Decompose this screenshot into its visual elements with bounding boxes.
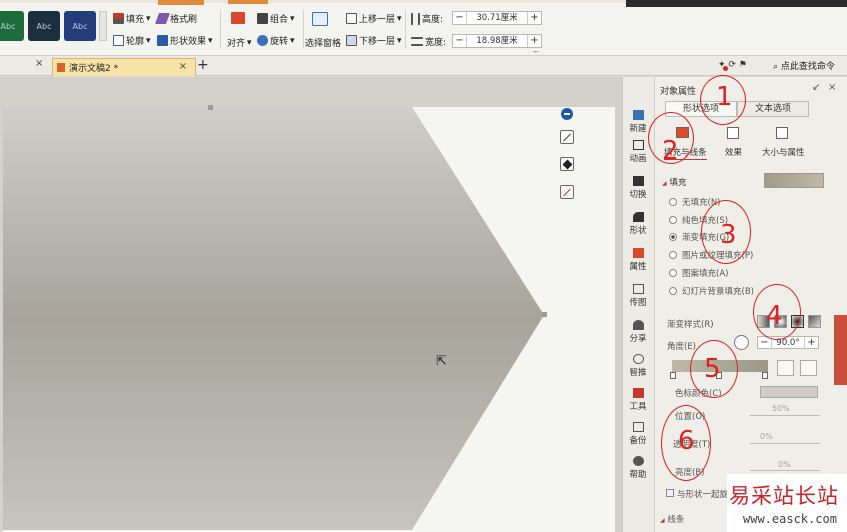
shape-icon xyxy=(632,212,644,222)
panel-scrollbar-thumb[interactable] xyxy=(834,315,847,385)
sidebar-item-label: 智推 xyxy=(629,368,647,378)
watermark-url: www.easck.com xyxy=(743,512,837,526)
annotation-number-1: 1 xyxy=(716,82,733,112)
collapse-tools-icon[interactable] xyxy=(561,108,573,120)
annotation-dot xyxy=(723,66,728,71)
toolbox-icon xyxy=(632,388,644,398)
sidebar-item-label: 帮助 xyxy=(629,470,647,480)
sidebar-item-upload-image[interactable]: 传图 xyxy=(622,284,654,308)
add-gradient-stop-button[interactable] xyxy=(777,360,794,376)
stop-color-dropdown[interactable] xyxy=(760,386,818,398)
search-icon: ⌕ xyxy=(773,62,779,72)
radio-slide-background-fill-label[interactable]: 幻灯片背景填充(B) xyxy=(682,285,754,297)
window-title-strip xyxy=(626,0,847,7)
sidebar-item-label: 新建 xyxy=(629,124,647,134)
panel-close-icon[interactable]: × xyxy=(828,82,836,93)
gradient-style-label: 渐变样式(R) xyxy=(667,320,714,330)
annotation-number-4: 4 xyxy=(766,301,783,331)
backup-icon xyxy=(632,422,644,432)
sidebar-item-label: 工具 xyxy=(629,402,647,412)
sidebar-item-help[interactable]: 帮助 xyxy=(622,456,654,480)
radio-solid-fill[interactable] xyxy=(669,216,677,224)
rotate-with-shape-checkbox[interactable] xyxy=(666,489,674,497)
watermark-site-name: 易采站长站 xyxy=(729,484,839,508)
search-command-label: 点此查找命令 xyxy=(780,62,835,72)
upload-image-icon xyxy=(632,284,644,294)
animation-icon xyxy=(632,140,644,150)
size-properties-icon xyxy=(776,127,788,139)
transition-icon xyxy=(632,176,644,186)
annotation-number-3: 3 xyxy=(720,220,737,250)
position-slider[interactable] xyxy=(750,415,820,416)
sidebar-item-smart-recommend[interactable]: 智推 xyxy=(622,354,654,378)
sidebar-item-share[interactable]: 分享 xyxy=(622,320,654,344)
effect-cube-icon xyxy=(727,127,739,139)
delete-gradient-stop-button[interactable] xyxy=(800,360,817,376)
sidebar-item-label: 切换 xyxy=(629,190,647,200)
subtab-effect[interactable]: 效果 xyxy=(725,146,742,158)
share-icon xyxy=(632,320,644,330)
annotation-number-6: 6 xyxy=(678,426,695,456)
fill-section-label: 填充 xyxy=(669,178,687,188)
gradient-path-button[interactable] xyxy=(808,315,821,328)
shape-fill-tool-icon[interactable] xyxy=(560,157,574,171)
sidebar-item-label: 属性 xyxy=(629,262,647,272)
move-cursor-icon: ⇱ xyxy=(436,354,447,369)
fill-color-preview[interactable] xyxy=(764,173,824,188)
lightbulb-icon xyxy=(632,354,644,364)
sidebar-item-label: 备份 xyxy=(629,436,647,446)
radio-pattern-fill[interactable] xyxy=(669,269,677,277)
sidebar-item-tools[interactable]: 工具 xyxy=(622,388,654,412)
gradient-stop-right[interactable] xyxy=(762,372,768,379)
angle-label: 角度(E) xyxy=(667,342,697,352)
collapse-triangle-icon: ◢ xyxy=(660,517,665,524)
position-value: 50% xyxy=(772,404,790,413)
brightness-slider[interactable] xyxy=(750,470,820,471)
sidebar-item-label: 形状 xyxy=(629,226,647,236)
resize-handle-top[interactable] xyxy=(208,105,213,110)
radio-pattern-fill-label[interactable]: 图案填充(A) xyxy=(682,267,728,279)
angle-dial[interactable] xyxy=(734,335,749,350)
shape-outline-tool-icon[interactable] xyxy=(560,185,574,199)
selected-arrow-shape[interactable] xyxy=(0,0,622,532)
angle-spinner[interactable]: − 90.0° + xyxy=(757,336,819,349)
search-command[interactable]: ⌕ 点此查找命令 xyxy=(773,59,835,72)
sidebar-item-label: 传图 xyxy=(629,298,647,308)
gradient-stop-left[interactable] xyxy=(670,372,676,379)
sidebar-item-label: 动画 xyxy=(629,154,647,164)
annotation-number-2: 2 xyxy=(662,136,679,166)
radio-picture-texture-fill[interactable] xyxy=(669,251,677,259)
transparency-slider[interactable] xyxy=(750,443,820,444)
panel-pin-icon[interactable]: ↙ xyxy=(812,82,820,93)
line-section-header[interactable]: ◢ 线条 xyxy=(660,513,684,525)
shape-style-tool-icon[interactable] xyxy=(560,130,574,144)
properties-icon xyxy=(632,248,644,258)
annotation-number-5: 5 xyxy=(704,354,721,384)
subtab-size-properties[interactable]: 大小与属性 xyxy=(762,146,805,158)
collapse-triangle-icon: ◢ xyxy=(662,180,667,187)
help-icon xyxy=(632,456,644,466)
radio-gradient-fill[interactable] xyxy=(669,233,677,241)
fill-section-header[interactable]: ◢ 填充 xyxy=(662,176,686,188)
sidebar-item-properties[interactable]: 属性 xyxy=(622,248,654,272)
transparency-value: 0% xyxy=(760,432,773,441)
line-section-label: 线条 xyxy=(667,515,685,525)
tab-text-options[interactable]: 文本选项 xyxy=(737,101,809,117)
panel-title: 对象属性 xyxy=(660,87,697,97)
sidebar-item-transition[interactable]: 切换 xyxy=(622,176,654,200)
sidebar-item-shape[interactable]: 形状 xyxy=(622,212,654,236)
resize-handle-right[interactable] xyxy=(542,312,547,317)
angle-increase-button[interactable]: + xyxy=(805,337,818,349)
brightness-value: 0% xyxy=(778,460,791,469)
sidebar-item-label: 分享 xyxy=(629,334,647,344)
radio-slide-background-fill[interactable] xyxy=(669,287,677,295)
radio-no-fill[interactable] xyxy=(669,198,677,206)
pentagon-arrow-fill[interactable] xyxy=(3,107,544,530)
new-icon xyxy=(632,110,644,120)
sidebar-item-backup[interactable]: 备份 xyxy=(622,422,654,446)
